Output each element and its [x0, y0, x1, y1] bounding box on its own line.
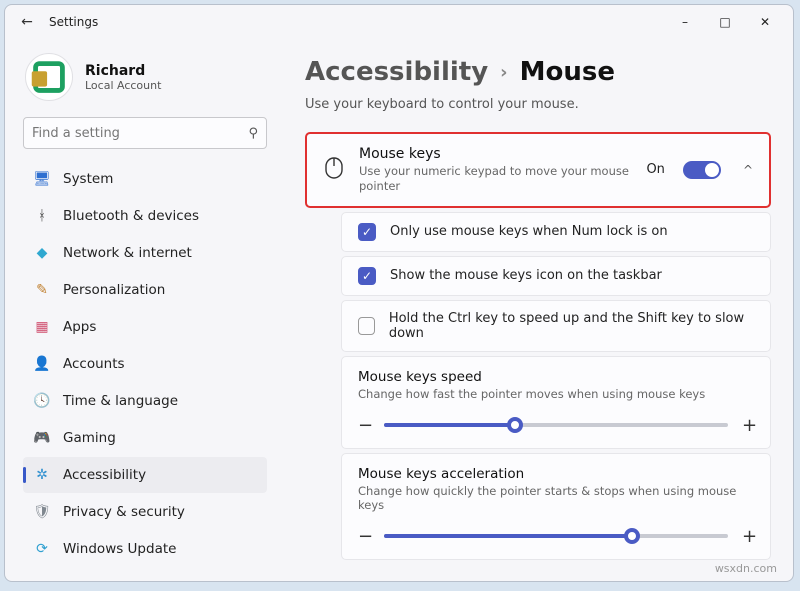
search-box[interactable]: ⚲: [23, 117, 267, 149]
mouse-icon: [323, 157, 345, 183]
user-sub: Local Account: [85, 79, 161, 92]
breadcrumb-parent[interactable]: Accessibility: [305, 57, 488, 87]
sidebar-item-windows-update[interactable]: ⟳ Windows Update: [23, 531, 267, 567]
speed-slider[interactable]: [384, 423, 728, 427]
nav-label: Time & language: [63, 393, 178, 409]
speed-plus[interactable]: +: [742, 415, 754, 436]
nav-icon: ᚼ: [33, 207, 51, 225]
sidebar-item-privacy-security[interactable]: 🛡 Privacy & security: [23, 494, 267, 530]
mouse-keys-card[interactable]: Mouse keys Use your numeric keypad to mo…: [305, 132, 771, 208]
accel-card: Mouse keys acceleration Change how quick…: [341, 453, 771, 560]
nav-label: System: [63, 171, 113, 187]
titlebar: ← Settings – □ ✕: [5, 5, 793, 39]
mouse-keys-state: On: [646, 162, 664, 177]
main-content: Accessibility › Mouse Use your keyboard …: [275, 39, 793, 581]
sidebar-item-gaming[interactable]: 🎮 Gaming: [23, 420, 267, 456]
nav-icon: 🎮: [33, 429, 51, 447]
breadcrumb-current: Mouse: [520, 57, 615, 87]
sidebar-item-apps[interactable]: ▦ Apps: [23, 309, 267, 345]
nav-label: Windows Update: [63, 541, 176, 557]
speed-minus[interactable]: −: [358, 415, 370, 436]
close-button[interactable]: ✕: [745, 8, 785, 36]
sidebar-item-network-internet[interactable]: ◆ Network & internet: [23, 235, 267, 271]
nav-icon: 🖥: [33, 170, 51, 188]
accel-slider[interactable]: [384, 534, 728, 538]
speed-title: Mouse keys speed: [358, 369, 754, 385]
taskbar-icon-option[interactable]: ✓ Show the mouse keys icon on the taskba…: [341, 256, 771, 296]
breadcrumb: Accessibility › Mouse: [305, 57, 771, 87]
nav-icon: ✲: [33, 466, 51, 484]
nav-label: Privacy & security: [63, 504, 185, 520]
accel-minus[interactable]: −: [358, 526, 370, 547]
sidebar-item-accessibility[interactable]: ✲ Accessibility: [23, 457, 267, 493]
nav-list: 🖥 System ᚼ Bluetooth & devices ◆ Network & in…: [23, 161, 267, 567]
numlock-option[interactable]: ✓ Only use mouse keys when Num lock is o…: [341, 212, 771, 252]
nav-icon: ✎: [33, 281, 51, 299]
mouse-keys-toggle[interactable]: [683, 161, 721, 179]
sidebar-item-system[interactable]: 🖥 System: [23, 161, 267, 197]
user-name: Richard: [85, 63, 161, 79]
page-subtitle: Use your keyboard to control your mouse.: [305, 97, 771, 112]
checkbox-off-icon[interactable]: [358, 317, 375, 335]
search-icon: ⚲: [248, 126, 258, 141]
nav-icon: ▦: [33, 318, 51, 336]
nav-icon: 🛡: [33, 503, 51, 521]
nav-icon: 👤: [33, 355, 51, 373]
app-title: Settings: [49, 15, 98, 29]
sidebar-item-personalization[interactable]: ✎ Personalization: [23, 272, 267, 308]
nav-label: Gaming: [63, 430, 116, 446]
accel-title: Mouse keys acceleration: [358, 466, 754, 482]
profile-block[interactable]: Richard Local Account: [25, 53, 267, 101]
accel-sub: Change how quickly the pointer starts & …: [358, 484, 754, 512]
sidebar-item-accounts[interactable]: 👤 Accounts: [23, 346, 267, 382]
numlock-label: Only use mouse keys when Num lock is on: [390, 224, 668, 239]
minimize-button[interactable]: –: [665, 8, 705, 36]
taskbar-label: Show the mouse keys icon on the taskbar: [390, 268, 662, 283]
avatar: [25, 53, 73, 101]
nav-label: Network & internet: [63, 245, 192, 261]
search-input[interactable]: [32, 126, 248, 141]
settings-window: ← Settings – □ ✕ Richard Local Account ⚲…: [4, 4, 794, 582]
accel-plus[interactable]: +: [742, 526, 754, 547]
mouse-keys-title: Mouse keys: [359, 146, 632, 162]
nav-icon: 🕓: [33, 392, 51, 410]
nav-icon: ◆: [33, 244, 51, 262]
ctrl-shift-option[interactable]: Hold the Ctrl key to speed up and the Sh…: [341, 300, 771, 352]
nav-label: Accessibility: [63, 467, 146, 483]
speed-sub: Change how fast the pointer moves when u…: [358, 387, 754, 401]
checkbox-on-icon[interactable]: ✓: [358, 223, 376, 241]
nav-label: Personalization: [63, 282, 165, 298]
maximize-button[interactable]: □: [705, 8, 745, 36]
chevron-right-icon: ›: [500, 62, 507, 83]
back-button[interactable]: ←: [13, 14, 41, 30]
watermark: wsxdn.com: [715, 562, 777, 575]
nav-label: Bluetooth & devices: [63, 208, 199, 224]
nav-icon: ⟳: [33, 540, 51, 558]
sidebar-item-bluetooth-devices[interactable]: ᚼ Bluetooth & devices: [23, 198, 267, 234]
checkbox-on-icon[interactable]: ✓: [358, 267, 376, 285]
speed-card: Mouse keys speed Change how fast the poi…: [341, 356, 771, 449]
sidebar: Richard Local Account ⚲ 🖥 System ᚼ Bluetoot…: [5, 39, 275, 581]
sidebar-item-time-language[interactable]: 🕓 Time & language: [23, 383, 267, 419]
ctrl-label: Hold the Ctrl key to speed up and the Sh…: [389, 311, 754, 341]
mouse-keys-sub: Use your numeric keypad to move your mou…: [359, 164, 632, 194]
chevron-up-icon[interactable]: ^: [743, 163, 753, 177]
nav-label: Apps: [63, 319, 96, 335]
nav-label: Accounts: [63, 356, 125, 372]
